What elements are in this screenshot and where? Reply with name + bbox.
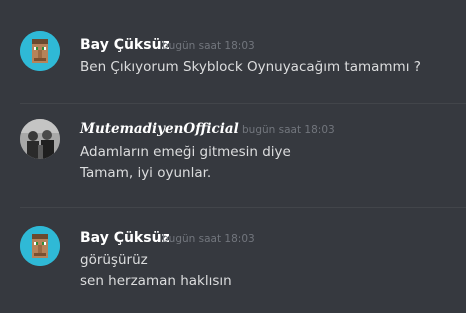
message-timestamp: bugün saat 18:03 [162,40,255,52]
villager-avatar-icon[interactable] [20,31,60,71]
chat-messages-area: Bay Çüksüz bugün saat 18:03 Ben Çıkıyoru… [0,0,466,313]
message-divider [20,103,466,104]
message-timestamp: bugün saat 18:03 [242,124,335,136]
message-text: sen herzaman haklısın [80,273,232,289]
username[interactable]: Bay Çüksüz [80,36,170,54]
message-divider [20,207,466,208]
username[interactable]: MutemadiyenOfficial [80,120,239,138]
villager-avatar-icon[interactable] [20,226,60,266]
person-photo-avatar-icon[interactable] [20,119,60,159]
message-text: Ben Çıkıyorum Skyblock Oynuyacağım tamam… [80,59,421,75]
message-text: Adamların emeği gitmesin diye [80,144,291,160]
message-text: Tamam, iyi oyunlar. [80,165,212,181]
message-timestamp: bugün saat 18:03 [162,233,255,245]
username[interactable]: Bay Çüksüz [80,229,170,247]
message-text: görüşürüz [80,252,148,268]
